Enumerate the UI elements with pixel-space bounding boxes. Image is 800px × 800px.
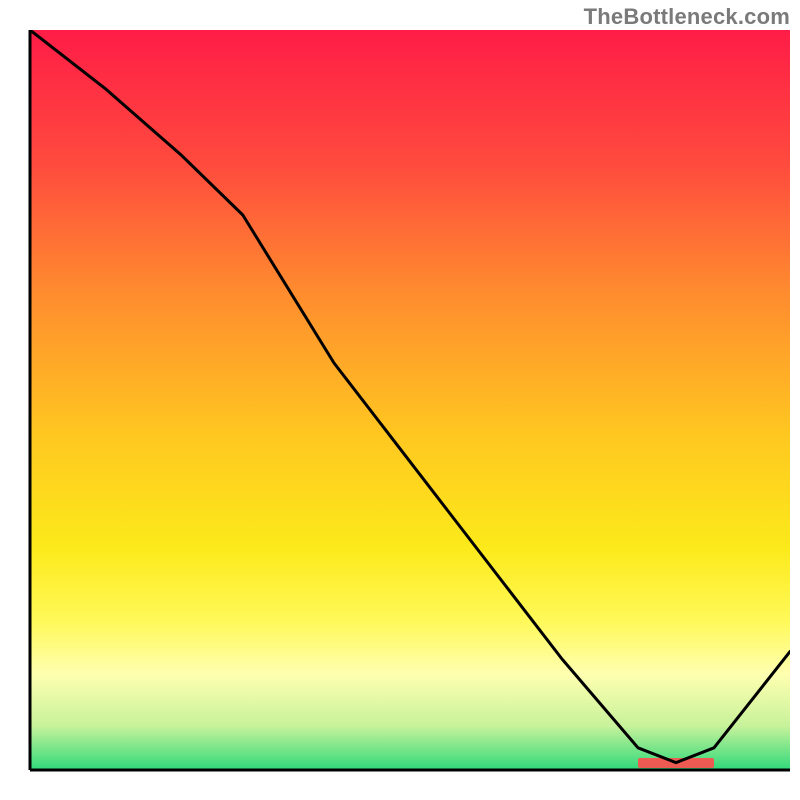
- plot-gradient-background: [30, 30, 790, 770]
- watermark-text: TheBottleneck.com: [584, 4, 790, 30]
- bottleneck-chart: [0, 0, 800, 800]
